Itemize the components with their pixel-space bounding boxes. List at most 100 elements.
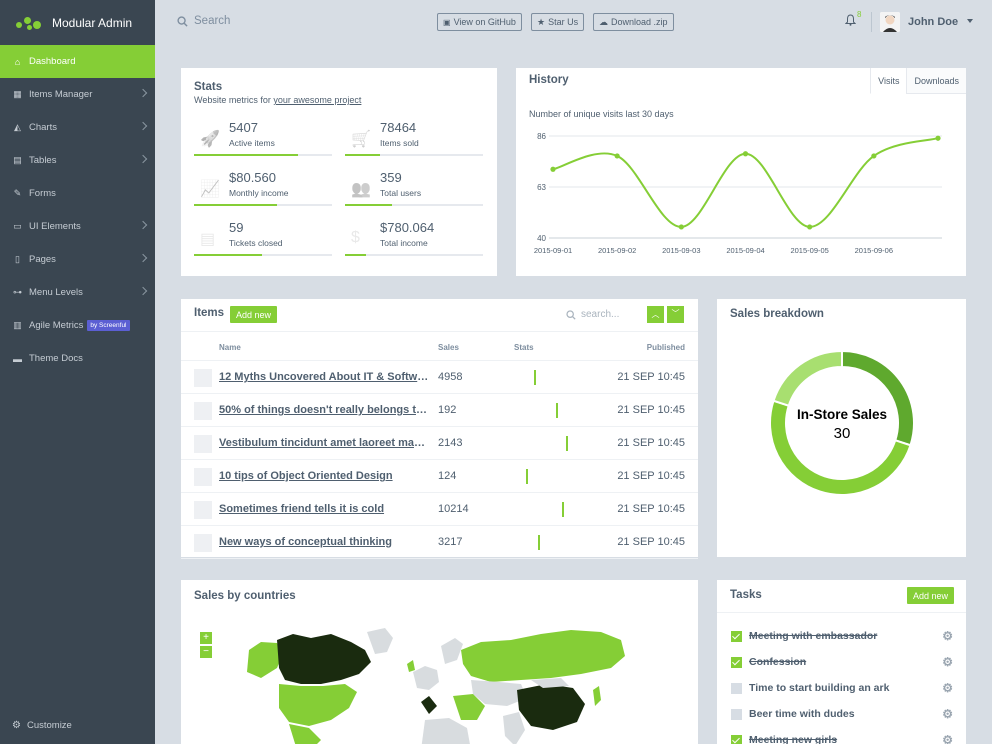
task-item[interactable]: Meeting with embassador ⚙ — [731, 628, 953, 644]
data-point[interactable] — [935, 135, 941, 141]
task-checkbox[interactable] — [731, 734, 742, 744]
row-checkbox[interactable] — [194, 468, 212, 486]
stat-label: Active items — [229, 138, 275, 148]
task-item[interactable]: Meeting new girls ⚙ — [731, 732, 953, 744]
task-checkbox[interactable] — [731, 656, 742, 668]
tab-downloads[interactable]: Downloads — [906, 68, 966, 94]
table-row[interactable]: 12 Myths Uncovered About IT & Software 49… — [181, 361, 698, 394]
col-sales[interactable]: Sales — [438, 343, 459, 352]
task-checkbox[interactable] — [731, 630, 742, 642]
bell-icon[interactable] — [845, 14, 856, 26]
task-label: Beer time with dudes — [749, 708, 855, 720]
item-sales: 3217 — [438, 536, 463, 548]
chevron-down-icon[interactable]: ﹀ — [667, 306, 684, 323]
avatar[interactable] — [880, 12, 900, 32]
sidebar-item-tables[interactable]: ▤ Tables — [0, 144, 155, 177]
sidebar-item-theme-docs[interactable]: ▬ Theme Docs — [0, 342, 155, 375]
col-name[interactable]: Name — [219, 343, 241, 352]
list-alt-icon: ▤ — [200, 231, 216, 248]
star-button[interactable]: ★ Star Us — [531, 13, 585, 31]
task-item[interactable]: Time to start building an ark ⚙ — [731, 680, 953, 696]
chevron-up-icon[interactable]: ︿ — [647, 306, 664, 323]
sidebar-item-pages[interactable]: ▯ Pages — [0, 243, 155, 276]
sidebar-item-ui-elements[interactable]: ▭ UI Elements — [0, 210, 155, 243]
row-checkbox[interactable] — [194, 501, 212, 519]
item-name-link[interactable]: Sometimes friend tells it is cold — [219, 503, 431, 515]
data-point[interactable] — [742, 151, 749, 157]
stat-value: 5407 — [229, 120, 258, 135]
stat-progress-bar — [194, 154, 332, 156]
sidebar-item-menu-levels[interactable]: ⊶ Menu Levels — [0, 276, 155, 309]
data-point[interactable] — [614, 153, 620, 159]
brand[interactable]: Modular Admin — [0, 0, 155, 45]
world-map[interactable] — [181, 580, 698, 744]
tasks-divider — [717, 612, 966, 613]
item-name-link[interactable]: 10 tips of Object Oriented Design — [219, 470, 431, 482]
table-row[interactable]: Vestibulum tincidunt amet laoreet mauris… — [181, 427, 698, 460]
donut-segment[interactable] — [772, 349, 843, 407]
sidebar-item-items-manager[interactable]: ▦ Items Manager — [0, 78, 155, 111]
items-search-input[interactable]: search... — [581, 309, 619, 320]
area-chart-icon: ◭ — [14, 122, 21, 132]
customize-link[interactable]: ⚙ Customize — [12, 720, 72, 731]
task-item[interactable]: Confession ⚙ — [731, 654, 953, 670]
donut-center-label: In-Store Sales — [796, 407, 888, 422]
col-stats[interactable]: Stats — [514, 343, 534, 352]
sidebar-item-dashboard[interactable]: ⌂ Dashboard — [0, 45, 155, 78]
screenful-badge[interactable]: by Screenful — [87, 320, 130, 331]
github-label: View on GitHub — [453, 17, 516, 27]
table-row[interactable]: 10 tips of Object Oriented Design 124 21 S… — [181, 460, 698, 493]
header-search[interactable]: Search — [177, 15, 230, 27]
item-name-link[interactable]: 12 Myths Uncovered About IT & Software — [219, 371, 431, 383]
data-point[interactable] — [871, 153, 877, 159]
x-tick-label: 2015-09-03 — [662, 246, 700, 255]
notification-count: 8 — [857, 10, 862, 19]
item-sales: 4958 — [438, 371, 463, 383]
items-table-header: Name Sales Stats Published — [181, 331, 698, 361]
task-checkbox[interactable] — [731, 682, 742, 694]
item-published: 21 SEP 10:45 — [617, 437, 685, 449]
table-row[interactable]: Sometimes friend tells it is cold 10214 21… — [181, 493, 698, 526]
caret-down-icon[interactable] — [967, 19, 973, 23]
users-icon: 👥 — [351, 181, 371, 198]
gear-icon[interactable]: ⚙ — [942, 681, 953, 695]
sidebar-item-charts[interactable]: ◭ Charts — [0, 111, 155, 144]
data-point[interactable] — [678, 224, 684, 230]
sales-breakdown-title: Sales breakdown — [730, 308, 824, 320]
row-checkbox[interactable] — [194, 534, 212, 552]
item-name-link[interactable]: Vestibulum tincidunt amet laoreet mauris — [219, 437, 431, 449]
history-tabs: Visits Downloads — [870, 68, 966, 94]
username[interactable]: John Doe — [908, 16, 958, 28]
row-checkbox[interactable] — [194, 402, 212, 420]
table-row[interactable]: 50% of things doesn't really belongs to … — [181, 394, 698, 427]
sidebar-item-label: Theme Docs — [29, 353, 83, 364]
sidebar-item-agile-metrics[interactable]: ▥ Agile Metrics by Screenful — [0, 309, 155, 342]
stat-item: 🛒 78464 Items sold — [345, 120, 483, 160]
search-input[interactable]: Search — [194, 15, 230, 27]
github-button[interactable]: ▣ View on GitHub — [437, 13, 522, 31]
row-checkbox[interactable] — [194, 369, 212, 387]
col-published[interactable]: Published — [647, 343, 685, 352]
data-point[interactable] — [807, 224, 813, 230]
grid-icon: ▦ — [13, 89, 22, 99]
add-item-button[interactable]: Add new — [230, 306, 278, 323]
chevron-right-icon — [138, 253, 148, 263]
task-label: Meeting with embassador — [749, 630, 878, 642]
sidebar-item-forms[interactable]: ✎ Forms — [0, 177, 155, 210]
add-task-button[interactable]: Add new — [907, 587, 955, 604]
items-search[interactable]: search... — [566, 309, 619, 320]
task-item[interactable]: Beer time with dudes ⚙ — [731, 706, 953, 722]
task-checkbox[interactable] — [731, 708, 742, 720]
row-checkbox[interactable] — [194, 435, 212, 453]
gear-icon[interactable]: ⚙ — [942, 707, 953, 721]
data-point[interactable] — [550, 166, 556, 172]
gear-icon[interactable]: ⚙ — [942, 733, 953, 744]
tab-visits[interactable]: Visits — [870, 68, 907, 94]
item-name-link[interactable]: New ways of conceptual thinking — [219, 536, 431, 548]
stats-subtitle-link[interactable]: your awesome project — [273, 95, 361, 105]
download-button[interactable]: ☁ Download .zip — [593, 13, 674, 31]
item-name-link[interactable]: 50% of things doesn't really belongs to … — [219, 404, 431, 416]
table-row[interactable]: New ways of conceptual thinking 3217 21 SE… — [181, 526, 698, 559]
gear-icon[interactable]: ⚙ — [942, 655, 953, 669]
gear-icon[interactable]: ⚙ — [942, 629, 953, 643]
